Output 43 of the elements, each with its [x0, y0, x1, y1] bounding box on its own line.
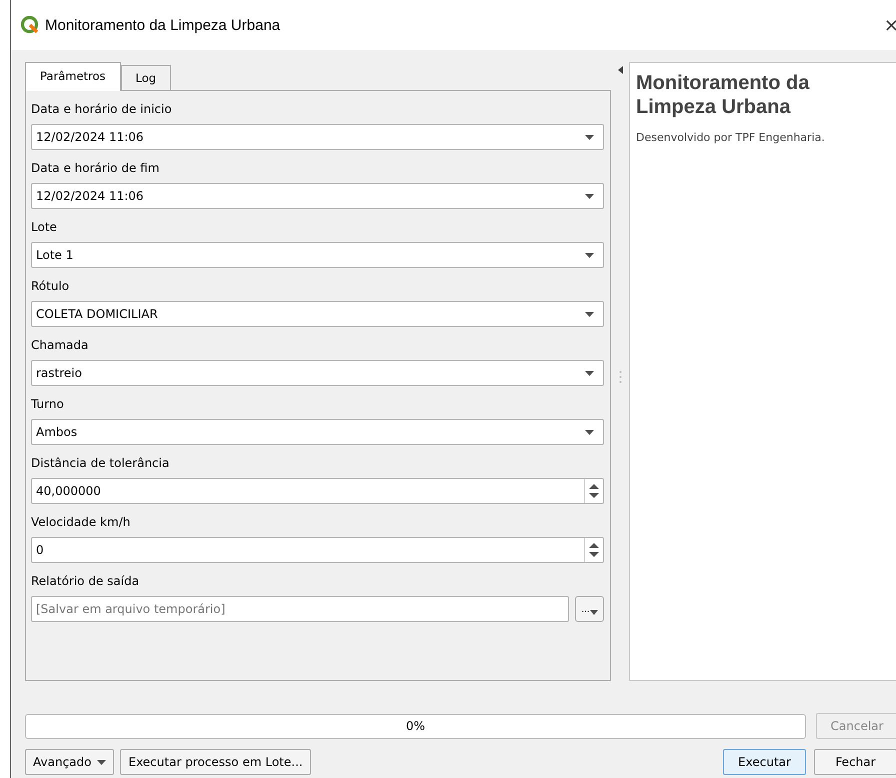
button[interactable]: Executar processo em Lote...	[120, 749, 311, 775]
tab[interactable]: Parâmetros	[25, 62, 121, 91]
button[interactable]: Avançado	[25, 749, 114, 775]
splitter-handle-icon	[618, 370, 622, 384]
dropdown-arrow-icon	[97, 760, 106, 764]
dropdown[interactable]: Lote 1	[31, 242, 604, 268]
dropdown-arrow-icon	[584, 194, 594, 198]
button: Cancelar	[816, 713, 896, 739]
spin-box[interactable]: 40,000000	[31, 478, 604, 504]
window-title: Monitoramento da Limpeza Urbana	[45, 16, 282, 34]
dropdown[interactable]: rastreio	[31, 360, 604, 386]
dropdown-arrow-icon	[584, 430, 594, 434]
field-label: Chamada	[31, 337, 90, 354]
spin-arrows-icon	[589, 483, 599, 499]
field-label: Lote	[31, 219, 58, 236]
field-label: Data e horário de inicio	[31, 101, 173, 118]
field-label: Turno	[31, 396, 65, 413]
spin-box[interactable]: 0	[31, 537, 604, 563]
progress-bar: 0%	[25, 714, 806, 738]
dropdown[interactable]: Ambos	[31, 419, 604, 445]
spin-arrows-icon	[589, 542, 599, 558]
dropdown-arrow-icon	[584, 134, 594, 140]
app-logo-icon	[21, 16, 39, 34]
button[interactable]: Executar	[723, 749, 806, 775]
button[interactable]: Fechar	[814, 749, 896, 775]
dropdown[interactable]: 12/02/2024 11:06	[31, 183, 604, 209]
dropdown-arrow-icon	[584, 252, 594, 258]
field-label: Velocidade km/h	[31, 514, 132, 531]
tab[interactable]: Log	[120, 65, 172, 90]
field-label: Rótulo	[31, 278, 70, 295]
dropdown-arrow-icon	[584, 370, 594, 376]
field-label: Relatório de saída	[31, 573, 140, 590]
browse-button[interactable]: ...	[575, 596, 604, 622]
file-path-field[interactable]: [Salvar em arquivo temporário]	[31, 596, 569, 622]
field-label: Distância de tolerância	[31, 455, 170, 472]
field-label: Data e horário de fim	[31, 160, 160, 177]
dropdown[interactable]: COLETA DOMICILIAR	[31, 301, 604, 327]
help-title: Monitoramento da Limpeza Urbana	[636, 71, 810, 119]
dropdown-arrow-icon	[584, 312, 594, 316]
dropdown-arrow-icon	[590, 610, 598, 615]
collapse-arrow-icon	[618, 66, 622, 74]
help-text: Desenvolvido por TPF Engenharia.	[636, 131, 826, 144]
dropdown[interactable]: 12/02/2024 11:06	[31, 124, 604, 150]
